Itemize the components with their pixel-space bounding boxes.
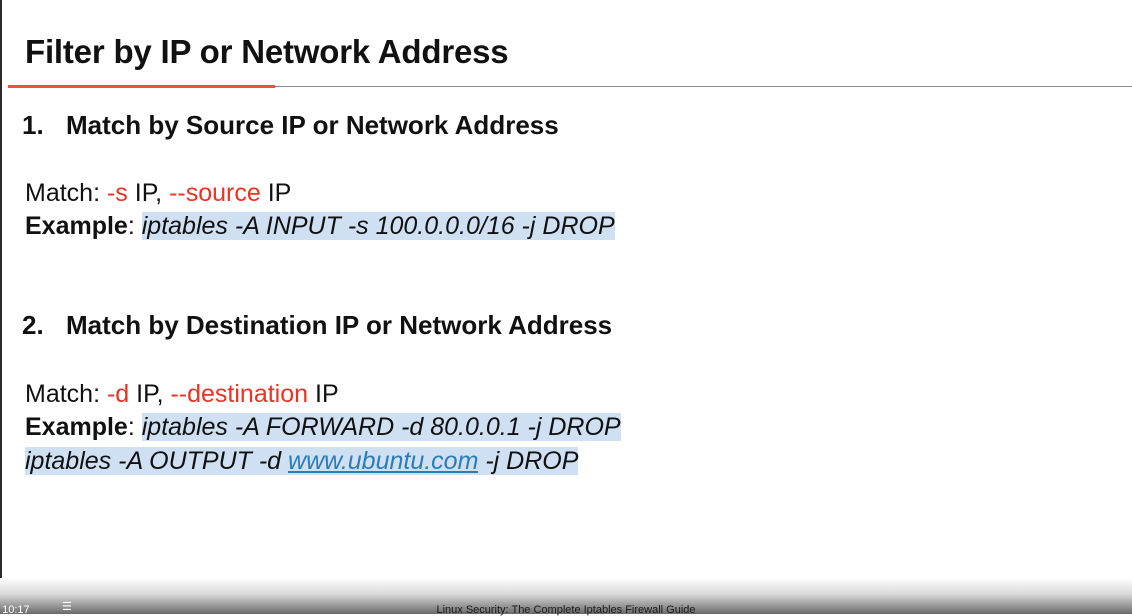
slide-title: Filter by IP or Network Address [25, 33, 509, 70]
example-label: Example [25, 212, 128, 240]
section-1-match-line: Match: -s IP, --source IP [25, 178, 291, 208]
example-separator: : [127, 413, 142, 441]
option-d: -d [106, 380, 130, 408]
section-2-heading: 2. Match by Destination IP or Network Add… [22, 310, 612, 341]
match-label: Match: [25, 179, 107, 207]
option-d-arg: IP, [129, 380, 171, 408]
title-accent-bar [8, 85, 275, 88]
section-2-example-line: Example: iptables -A FORWARD -d 80.0.0.1… [25, 412, 621, 442]
section-1-example-line: Example: iptables -A INPUT -s 100.0.0.0/… [25, 211, 615, 241]
option-destination: --destination [170, 380, 309, 408]
option-destination-arg: IP [308, 380, 339, 408]
option-source-arg: IP [260, 179, 292, 207]
example-label: Example [25, 413, 128, 441]
section-1-heading-text: Match by Source IP or Network Address [66, 110, 559, 140]
section-2-example-line-2: iptables -A OUTPUT -d www.ubuntu.com -j … [25, 446, 579, 476]
option-s-arg: IP, [127, 179, 170, 207]
example-separator: : [127, 212, 142, 240]
option-s: -s [106, 179, 128, 207]
example-command-forward: iptables -A FORWARD -d 80.0.0.1 -j DROP [141, 413, 621, 441]
section-1-heading: 1. Match by Source IP or Network Address [22, 110, 559, 141]
example-command-output-prefix: iptables -A OUTPUT -d [25, 447, 289, 475]
slide: Filter by IP or Network Address 1. Match … [0, 0, 1132, 614]
section-2-heading-text: Match by Destination IP or Network Addre… [66, 310, 613, 340]
video-title[interactable]: Linux Security: The Complete Iptables Fi… [0, 604, 1132, 616]
option-source: --source [169, 179, 261, 207]
ubuntu-link[interactable]: www.ubuntu.com [288, 447, 479, 475]
section-2-number: 2. [22, 310, 44, 340]
slide-left-border [0, 0, 2, 578]
example-command-output-suffix: -j DROP [478, 447, 579, 475]
example-command: iptables -A INPUT -s 100.0.0.0/16 -j DRO… [141, 212, 615, 240]
section-2-match-line: Match: -d IP, --destination IP [25, 379, 339, 409]
section-1-number: 1. [22, 110, 44, 140]
match-label: Match: [25, 380, 107, 408]
